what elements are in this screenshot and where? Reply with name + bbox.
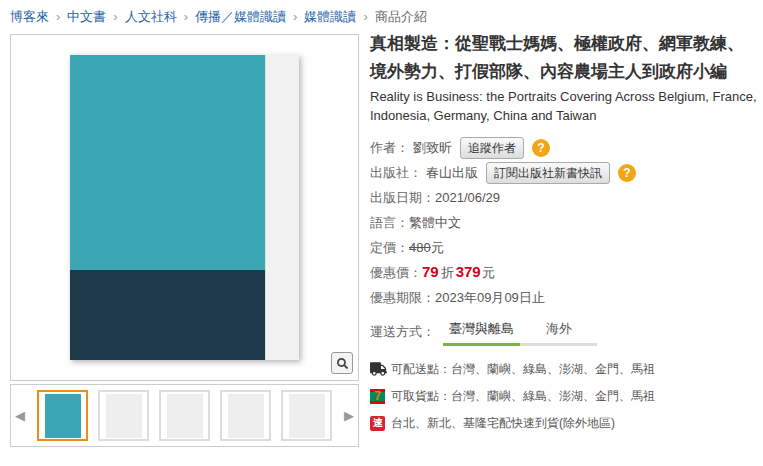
magnifier-icon — [337, 358, 348, 369]
info-value: 繁體中文 — [409, 213, 461, 233]
breadcrumb-separator: › — [184, 7, 188, 27]
destination-list: 可配送點：台灣、蘭嶼、綠島、澎湖、金門、馬祖7可取貨點：台灣、蘭嶼、綠島、澎湖、… — [370, 356, 758, 437]
info-value: 2021/06/29 — [435, 188, 500, 208]
info-row: 作者：劉致昕追蹤作者? — [370, 135, 758, 160]
info-label: 優惠期限： — [370, 288, 435, 308]
thumbnail[interactable] — [220, 390, 271, 441]
thumbnail[interactable] — [281, 390, 332, 441]
product-subtitle: Reality is Business: the Portraits Cover… — [370, 87, 758, 125]
breadcrumb-item[interactable]: 媒體識讀 — [304, 7, 356, 27]
zoom-button[interactable] — [331, 352, 353, 374]
info-row: 定價：480元 — [370, 235, 758, 260]
info-label: 語言： — [370, 213, 409, 233]
info-value: 2023年09月09日止 — [435, 288, 545, 308]
info-row: 語言：繁體中文 — [370, 210, 758, 235]
help-icon[interactable]: ? — [618, 164, 636, 182]
info-row: 出版日期：2021/06/29 — [370, 185, 758, 210]
info-label: 作者： — [370, 138, 409, 158]
info-label: 出版社： — [370, 163, 422, 183]
info-label: 定價： — [370, 238, 409, 258]
thumbnail[interactable] — [159, 390, 210, 441]
info-label: 出版日期： — [370, 188, 435, 208]
shipping-tab[interactable]: 海外 — [520, 319, 597, 346]
product-page: 博客來›中文書›人文社科›傳播／媒體識讀›媒體識讀›商品介紹◀▶真相製造：從聖戰… — [0, 0, 763, 466]
thumbnail[interactable] — [37, 390, 88, 441]
breadcrumb-separator: › — [363, 7, 367, 27]
breadcrumb-separator: › — [113, 7, 117, 27]
main: ◀▶真相製造：從聖戰士媽媽、極權政府、網軍教練、境外勢力、打假部隊、內容農場主人… — [0, 34, 763, 447]
follow-button[interactable]: 訂閱出版社新書快訊 — [486, 162, 610, 184]
breadcrumb-item[interactable]: 人文社科 — [125, 7, 177, 27]
help-icon[interactable]: ? — [532, 139, 550, 157]
breadcrumb-separator: › — [56, 7, 60, 27]
cover-image[interactable] — [70, 55, 299, 360]
prev-button[interactable]: ◀ — [15, 406, 25, 426]
thumbnail[interactable] — [98, 390, 149, 441]
destination-row: 速台北、新北、基隆宅配快速到貨(除外地區) — [370, 410, 758, 437]
info-label: 優惠價： — [370, 263, 422, 283]
info-list: 作者：劉致昕追蹤作者?出版社：春山出版訂閱出版社新書快訊?出版日期：2021/0… — [370, 135, 758, 310]
info-value[interactable]: 春山出版 — [426, 163, 478, 183]
cover-frame — [10, 34, 359, 381]
destination-row: 7可取貨點：台灣、蘭嶼、綠島、澎湖、金門、馬祖 — [370, 383, 758, 410]
breadcrumb: 博客來 › 中文書 › 人文社科 › 傳播／媒體識讀 › 媒體識讀 › 商品介紹 — [0, 0, 763, 34]
shipping-tabs: 運送方式：臺灣與離島海外 — [370, 319, 758, 346]
breadcrumb-separator: › — [293, 7, 297, 27]
breadcrumb-item[interactable]: 中文書 — [67, 7, 106, 27]
info-row: 出版社：春山出版訂閱出版社新書快訊? — [370, 160, 758, 185]
info-row: 優惠價：79折379元 — [370, 260, 758, 285]
store-icon: 7 — [370, 389, 385, 404]
breadcrumb-item[interactable]: 博客來 — [10, 7, 49, 27]
destination-row: 可配送點：台灣、蘭嶼、綠島、澎湖、金門、馬祖 — [370, 356, 758, 383]
breadcrumb-item[interactable]: 傳播／媒體識讀 — [195, 7, 286, 27]
info-value: 480元 — [409, 238, 444, 258]
product-info: 真相製造：從聖戰士媽媽、極權政府、網軍教練、境外勢力、打假部隊、內容農場主人到政… — [370, 34, 758, 447]
next-button[interactable]: ▶ — [344, 406, 354, 426]
product-title: 真相製造：從聖戰士媽媽、極權政府、網軍教練、境外勢力、打假部隊、內容農場主人到政… — [370, 30, 758, 86]
breadcrumb-item: 商品介紹 — [375, 7, 427, 27]
shipping-tab[interactable]: 臺灣與離島 — [443, 319, 520, 346]
gallery: ◀▶ — [10, 34, 359, 447]
thumbnail-strip: ◀▶ — [10, 384, 359, 447]
express-icon: 速 — [370, 416, 385, 431]
sale-price: 79折379元 — [422, 261, 495, 284]
info-row: 優惠期限：2023年09月09日止 — [370, 285, 758, 310]
truck-icon — [370, 362, 387, 376]
follow-button[interactable]: 追蹤作者 — [460, 137, 524, 159]
info-value[interactable]: 劉致昕 — [413, 138, 452, 158]
